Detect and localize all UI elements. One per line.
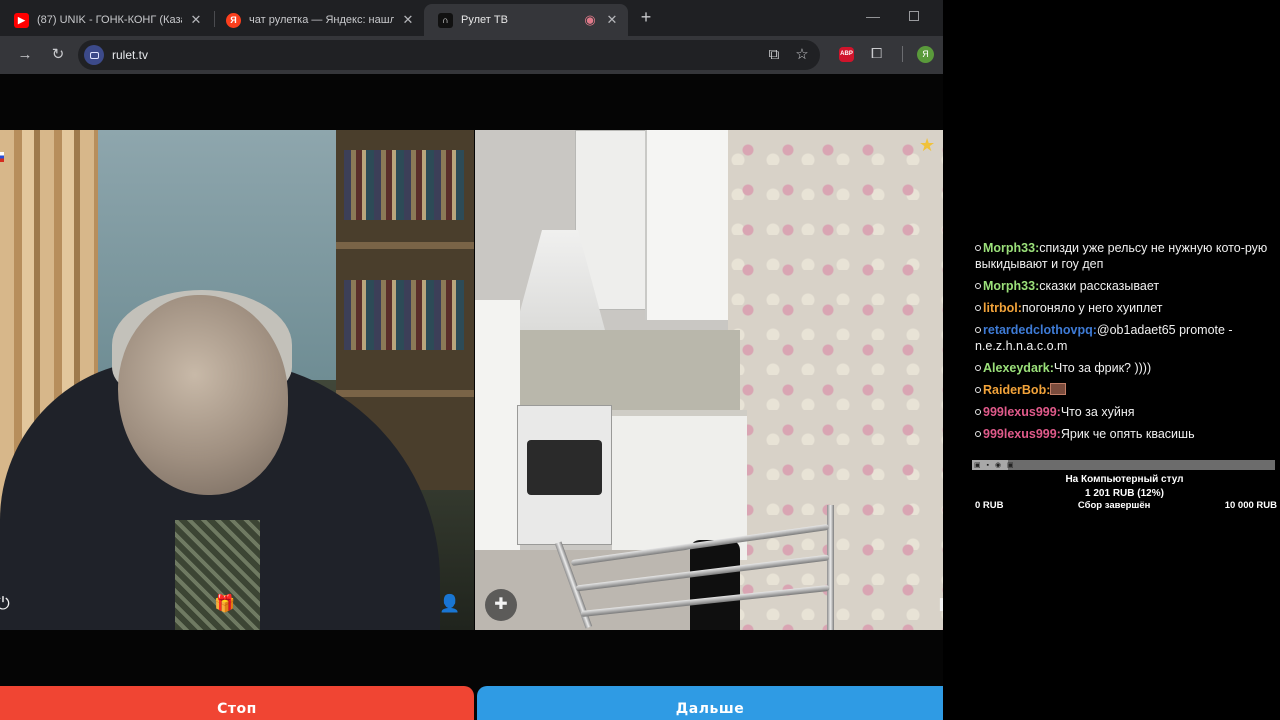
close-icon[interactable]: ✕	[400, 12, 416, 28]
corner-shelf	[645, 130, 730, 320]
chat-username: 999lexus999:	[983, 405, 1061, 419]
profile-avatar[interactable]: Я	[917, 46, 934, 63]
chair-back	[690, 540, 740, 630]
close-icon[interactable]: ✕	[188, 12, 204, 28]
bullet-icon	[975, 365, 981, 371]
books	[344, 280, 464, 350]
backsplash	[510, 330, 740, 410]
yandex-icon: Я	[226, 12, 241, 28]
rulet-page	[0, 74, 943, 720]
goal-range: 0 RUB Сбор завершён 10 000 RUB	[972, 500, 1277, 511]
chat-username: Alexeydark:	[983, 361, 1054, 375]
next-button[interactable]: Дальше	[477, 686, 943, 720]
new-tab-button[interactable]: +	[636, 8, 656, 28]
tab-yandex[interactable]: Я чат рулетка — Яндекс: нашлос ✕	[212, 4, 424, 36]
tab-title: (87) UNIK - ГОНК-КОНГ (Казах	[37, 14, 182, 26]
chat-message: 999lexus999:Ярик че опять квасишь	[970, 426, 1276, 442]
bookmark-star-icon[interactable]: ☆	[792, 45, 812, 65]
site-info-icon[interactable]	[84, 45, 104, 65]
chat-message: Alexeydark:Что за фрик? ))))	[970, 360, 1276, 376]
chat-text: Ярик че опять квасишь	[1060, 427, 1195, 441]
gift-icon[interactable]: 🎁	[210, 589, 240, 619]
adblock-icon[interactable]: ABP	[839, 47, 854, 62]
goal-min: 0 RUB	[975, 500, 1004, 511]
youtube-icon: ▶	[14, 12, 29, 28]
game-icon[interactable]: ✚	[485, 589, 517, 621]
goal-max: 10 000 RUB	[1224, 500, 1277, 511]
side-control-icon[interactable]: ▮	[928, 589, 943, 619]
close-icon[interactable]: ✕	[604, 12, 620, 28]
chat-message: litrbol:погоняло у него хуиплет	[970, 300, 1276, 316]
shelf-board	[336, 242, 474, 249]
recording-icon: ◉	[584, 12, 596, 27]
browser-window: ▶ (87) UNIK - ГОНК-КОНГ (Казах ✕ Я чат р…	[0, 0, 943, 720]
donation-goal: ▣ ▪ ◉ ▣ На Компьютерный стул 1 201 RUB (…	[972, 460, 1277, 511]
bullet-icon	[975, 283, 981, 289]
chat-message: RaiderBob:	[970, 382, 1276, 398]
chair-leg	[827, 505, 834, 630]
reload-icon[interactable]: ↻	[48, 45, 68, 65]
chat-username: litrbol:	[983, 301, 1022, 315]
stop-button[interactable]: Стоп	[0, 686, 474, 720]
tab-youtube[interactable]: ▶ (87) UNIK - ГОНК-КОНГ (Казах ✕	[0, 4, 212, 36]
chat-message: Morph33:спизди уже рельсу не нужную кото…	[970, 240, 1276, 272]
tab-rulet[interactable]: ∩ Рулет ТВ ◉ ✕	[424, 4, 628, 36]
chat-username: Morph33:	[983, 279, 1040, 293]
floral-wallpaper	[728, 130, 943, 630]
chat-username: retardedclothovpq:	[983, 323, 1097, 337]
books	[344, 150, 464, 220]
goal-progress-bar: ▣ ▪ ◉ ▣	[972, 460, 1275, 470]
remote-video	[475, 130, 943, 630]
progress-icons: ▣ ▪ ◉ ▣	[974, 462, 1016, 469]
bullet-icon	[975, 431, 981, 437]
stream-chat: Morph33:спизди уже рельсу не нужную кото…	[970, 240, 1276, 448]
bullet-icon	[975, 409, 981, 415]
chat-username: RaiderBob:	[983, 383, 1051, 397]
chat-message: retardedclothovpq:@ob1adaet65 promote - …	[970, 322, 1276, 354]
bullet-icon	[975, 305, 981, 311]
bullet-icon	[975, 245, 981, 251]
star-icon[interactable]: ★	[919, 135, 935, 156]
emote-icon	[1050, 383, 1067, 395]
report-icon[interactable]: ⏻	[0, 589, 18, 619]
browser-toolbar: → ↻ rulet.tv ⧉ ☆	[0, 36, 943, 74]
toolbar-divider	[902, 46, 903, 62]
chat-text: Что за фрик? ))))	[1053, 361, 1152, 375]
chat-text: погоняло у него хуиплет	[1021, 301, 1163, 315]
tab-strip: ▶ (87) UNIK - ГОНК-КОНГ (Казах ✕ Я чат р…	[0, 0, 943, 36]
extensions-icon[interactable]: ⧠	[871, 45, 882, 62]
bullet-icon	[975, 327, 981, 333]
tab-title: чат рулетка — Яндекс: нашлос	[249, 14, 394, 26]
bullet-icon	[975, 387, 981, 393]
chat-message: 999lexus999:Что за хуйня	[970, 404, 1276, 420]
local-video	[0, 130, 474, 630]
maximize-icon[interactable]	[909, 11, 919, 21]
chat-message: Morph33:сказки рассказывает	[970, 278, 1276, 294]
url-text[interactable]: rulet.tv	[112, 48, 148, 62]
country-flag-icon	[0, 152, 4, 162]
chat-username: 999lexus999:	[983, 427, 1061, 441]
shelf-board	[336, 390, 474, 397]
forward-icon[interactable]: →	[15, 45, 35, 65]
goal-title: На Компьютерный стул	[1065, 474, 1184, 485]
minimize-icon[interactable]: —	[866, 8, 880, 24]
goal-status: Сбор завершён	[1077, 500, 1151, 511]
profile-icon[interactable]: 👤	[435, 589, 465, 619]
chat-text: Что за хуйня	[1060, 405, 1135, 419]
chat-text: сказки рассказывает	[1039, 279, 1160, 293]
tab-title: Рулет ТВ	[461, 14, 508, 26]
oven-window	[527, 440, 602, 495]
chat-username: Morph33:	[983, 241, 1040, 255]
rulet-icon: ∩	[438, 12, 453, 28]
address-bar[interactable]: rulet.tv ⧉ ☆	[78, 40, 820, 70]
goal-amount: 1 201 RUB (12%)	[1085, 488, 1164, 499]
install-app-icon[interactable]: ⧉	[764, 45, 784, 65]
